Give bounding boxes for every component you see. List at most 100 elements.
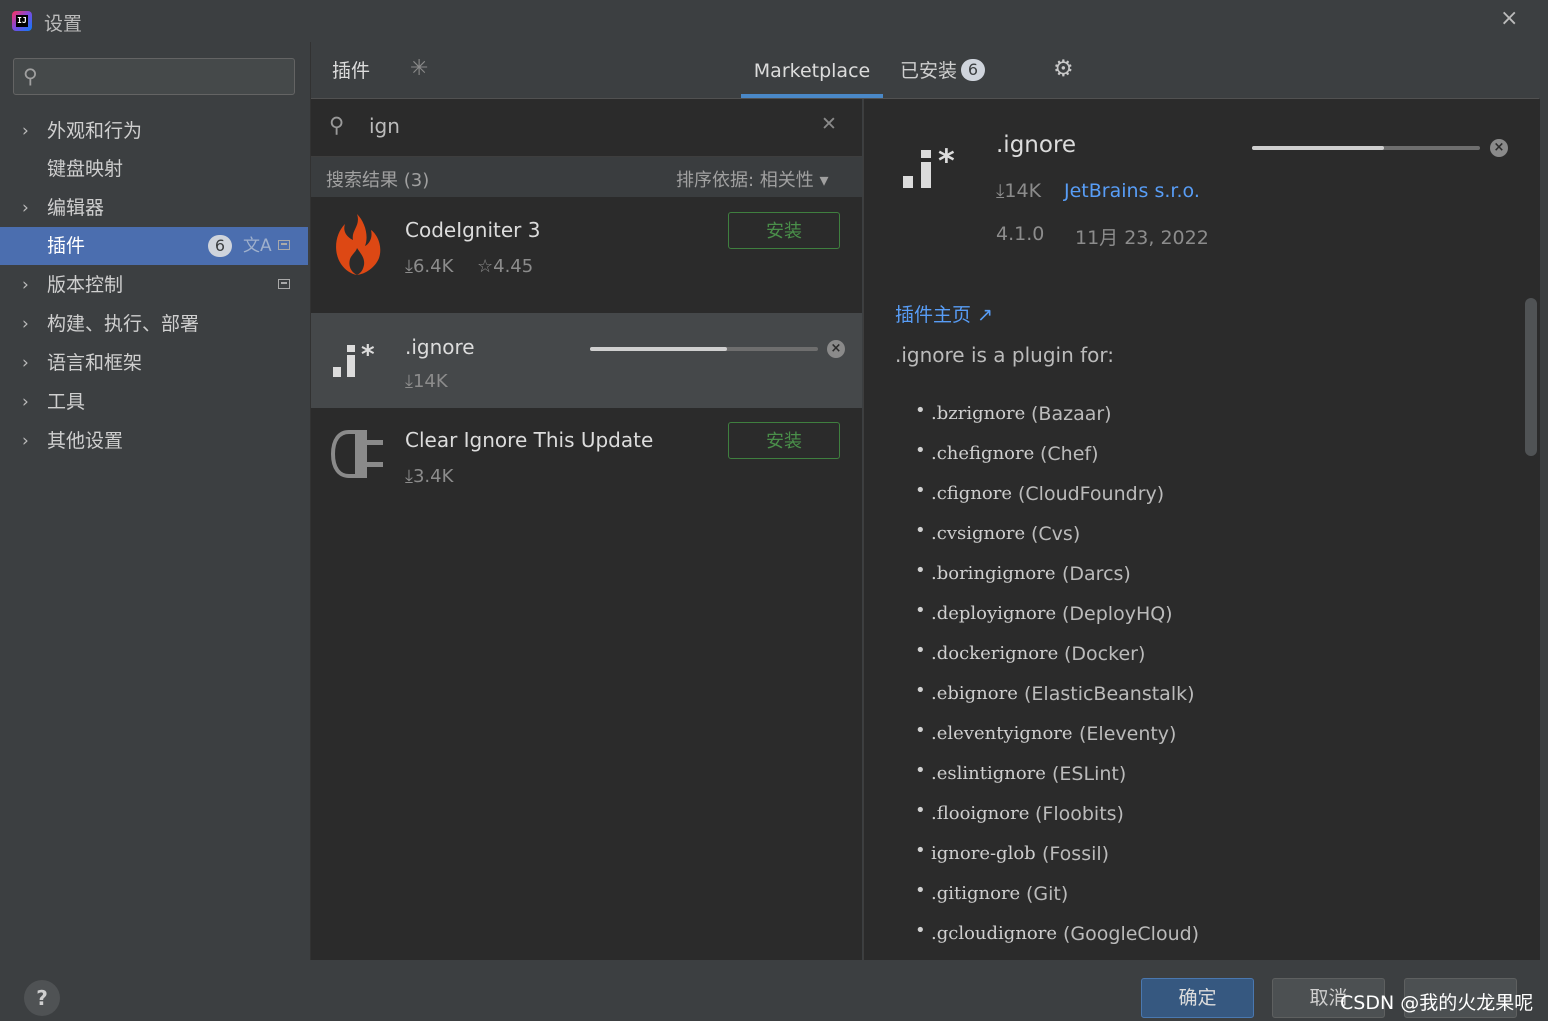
sidebar-item-label: 插件 (47, 235, 86, 257)
sidebar-item-label: 语言和框架 (47, 352, 143, 374)
progress-fill (590, 347, 727, 351)
active-tab-indicator (741, 94, 883, 98)
bullet-icon: • (915, 840, 926, 861)
file-pattern: .dockerignore (931, 643, 1059, 664)
sidebar-item-tools[interactable]: › 工具 (0, 383, 308, 421)
tool-name: (Chef) (1040, 443, 1099, 465)
supported-file-item: • .eleventyignore (Eleventy) (915, 720, 1515, 760)
detail-description: .ignore is a plugin for: (895, 343, 1115, 367)
plugin-row-ignore[interactable]: * .ignore ⤓14K × (311, 313, 862, 408)
file-pattern: .deployignore (931, 603, 1057, 624)
supported-file-item: • .boringignore (Darcs) (915, 560, 1515, 600)
cancel-install-icon[interactable]: × (1490, 139, 1508, 157)
chevron-right-icon: › (22, 392, 29, 412)
translate-icon: 文A (243, 236, 272, 256)
tool-name: (Darcs) (1062, 563, 1131, 585)
vendor-link[interactable]: JetBrains s.r.o. (1064, 180, 1200, 202)
tool-name: (GoogleCloud) (1063, 923, 1200, 945)
sidebar-item-other[interactable]: › 其他设置 (0, 422, 308, 460)
sidebar-item-label: 构建、执行、部署 (47, 313, 200, 335)
file-pattern: .eslintignore (931, 763, 1046, 784)
intellij-logo-icon: IJ (12, 11, 32, 31)
sidebar-item-vcs[interactable]: › 版本控制 (0, 266, 308, 304)
install-button[interactable]: 安装 (728, 212, 840, 249)
chevron-right-icon: › (22, 275, 29, 295)
clear-search-icon[interactable]: ✕ (821, 113, 837, 135)
window-title: 设置 (44, 13, 83, 35)
sidebar-item-label: 编辑器 (47, 197, 105, 219)
sidebar-item-keymap[interactable]: 键盘映射 (0, 150, 308, 188)
plugin-homepage-link[interactable]: 插件主页 ↗ (895, 300, 993, 327)
supported-file-item: • ignore-glob (Fossil) (915, 840, 1515, 880)
supported-file-item: • .gitignore (Git) (915, 880, 1515, 920)
bullet-icon: • (915, 440, 926, 461)
plugin-rating: ☆4.45 (477, 256, 534, 277)
file-pattern: .cfignore (931, 483, 1013, 504)
chevron-right-icon: › (22, 431, 29, 451)
project-scope-icon (278, 240, 290, 250)
plugin-downloads: ⤓3.4K (405, 466, 454, 487)
results-count: 搜索结果 (3) (326, 170, 430, 191)
bullet-icon: • (915, 480, 926, 501)
sidebar-item-label: 外观和行为 (47, 120, 143, 142)
detail-progress-bar (1252, 146, 1480, 150)
supported-file-item: • .ebignore (ElasticBeanstalk) (915, 680, 1515, 720)
install-button[interactable]: 安装 (728, 422, 840, 459)
progress-fill (1252, 146, 1385, 150)
tool-name: (ESLint) (1052, 763, 1127, 785)
file-pattern: .gcloudignore (931, 923, 1057, 944)
update-count-badge: 6 (208, 235, 232, 257)
supported-files-list: • .bzrignore (Bazaar) • .chefignore (Chef) • .c… (915, 400, 1515, 960)
title-bar (0, 0, 1548, 42)
tab-marketplace[interactable]: Marketplace (741, 56, 883, 98)
sidebar-item-appearance[interactable]: › 外观和行为 (0, 112, 308, 150)
tool-name: (ElasticBeanstalk) (1024, 683, 1195, 705)
sidebar-item-build[interactable]: › 构建、执行、部署 (0, 305, 308, 343)
bullet-icon: • (915, 800, 926, 821)
ignore-plugin-icon: * (903, 146, 955, 188)
detail-plugin-name: .ignore (996, 132, 1077, 158)
sidebar-item-languages[interactable]: › 语言和框架 (0, 344, 308, 382)
bullet-icon: • (915, 920, 926, 941)
csdn-watermark: CSDN @我的火龙果呢 (1340, 992, 1534, 1014)
sidebar-item-editor[interactable]: › 编辑器 (0, 189, 308, 227)
search-value: ign (369, 114, 400, 138)
supported-file-item: • .chefignore (Chef) (915, 440, 1515, 480)
installed-count-badge: 6 (961, 59, 986, 81)
plugin-plug-icon (330, 430, 383, 478)
tab-installed[interactable]: 已安装 6 (900, 56, 986, 86)
sidebar-item-label: 其他设置 (47, 430, 124, 452)
tool-name: (Eleventy) (1079, 723, 1177, 745)
sort-dropdown[interactable]: 排序依据: 相关性 ▾ (676, 166, 829, 192)
settings-search-input[interactable]: ⚲ (13, 58, 295, 95)
svg-text:*: * (938, 146, 955, 180)
supported-file-item: • .dockerignore (Docker) (915, 640, 1515, 680)
plugin-search-input[interactable]: ⚲ ign ✕ (311, 99, 862, 157)
cancel-install-icon[interactable]: × (827, 340, 845, 358)
detail-date: 11月 23, 2022 (1075, 227, 1209, 249)
plugin-row-codeigniter[interactable]: CodeIgniter 3 ⤓6.4K ☆4.45 安装 (311, 198, 862, 313)
tool-name: (Git) (1026, 883, 1069, 905)
bullet-icon: • (915, 680, 926, 701)
sidebar-item-label: 键盘映射 (47, 158, 124, 180)
plugin-name: CodeIgniter 3 (405, 218, 541, 242)
file-pattern: .flooignore (931, 803, 1030, 824)
gear-icon[interactable]: ⚙ (1053, 56, 1074, 82)
bullet-icon: • (915, 400, 926, 421)
detail-scrollbar[interactable] (1525, 298, 1537, 456)
plugin-row-clear-ignore[interactable]: Clear Ignore This Update ⤓3.4K 安装 (311, 408, 862, 523)
ok-button[interactable]: 确定 (1141, 978, 1254, 1018)
file-pattern: ignore-glob (931, 843, 1036, 864)
chevron-right-icon: › (22, 121, 29, 141)
close-icon[interactable]: × (1500, 6, 1518, 31)
help-button[interactable]: ? (24, 980, 60, 1016)
tool-name: (Floobits) (1035, 803, 1124, 825)
detail-version: 4.1.0 (996, 223, 1045, 245)
page-title: 插件 (332, 60, 371, 82)
plugin-name: Clear Ignore This Update (405, 428, 654, 452)
search-icon: ⚲ (23, 64, 38, 88)
tool-name: (CloudFoundry) (1018, 483, 1165, 505)
file-pattern: .ebignore (931, 683, 1018, 704)
sidebar-item-plugins[interactable]: 插件 6 文A (0, 227, 308, 265)
tool-name: (Fossil) (1042, 843, 1110, 865)
